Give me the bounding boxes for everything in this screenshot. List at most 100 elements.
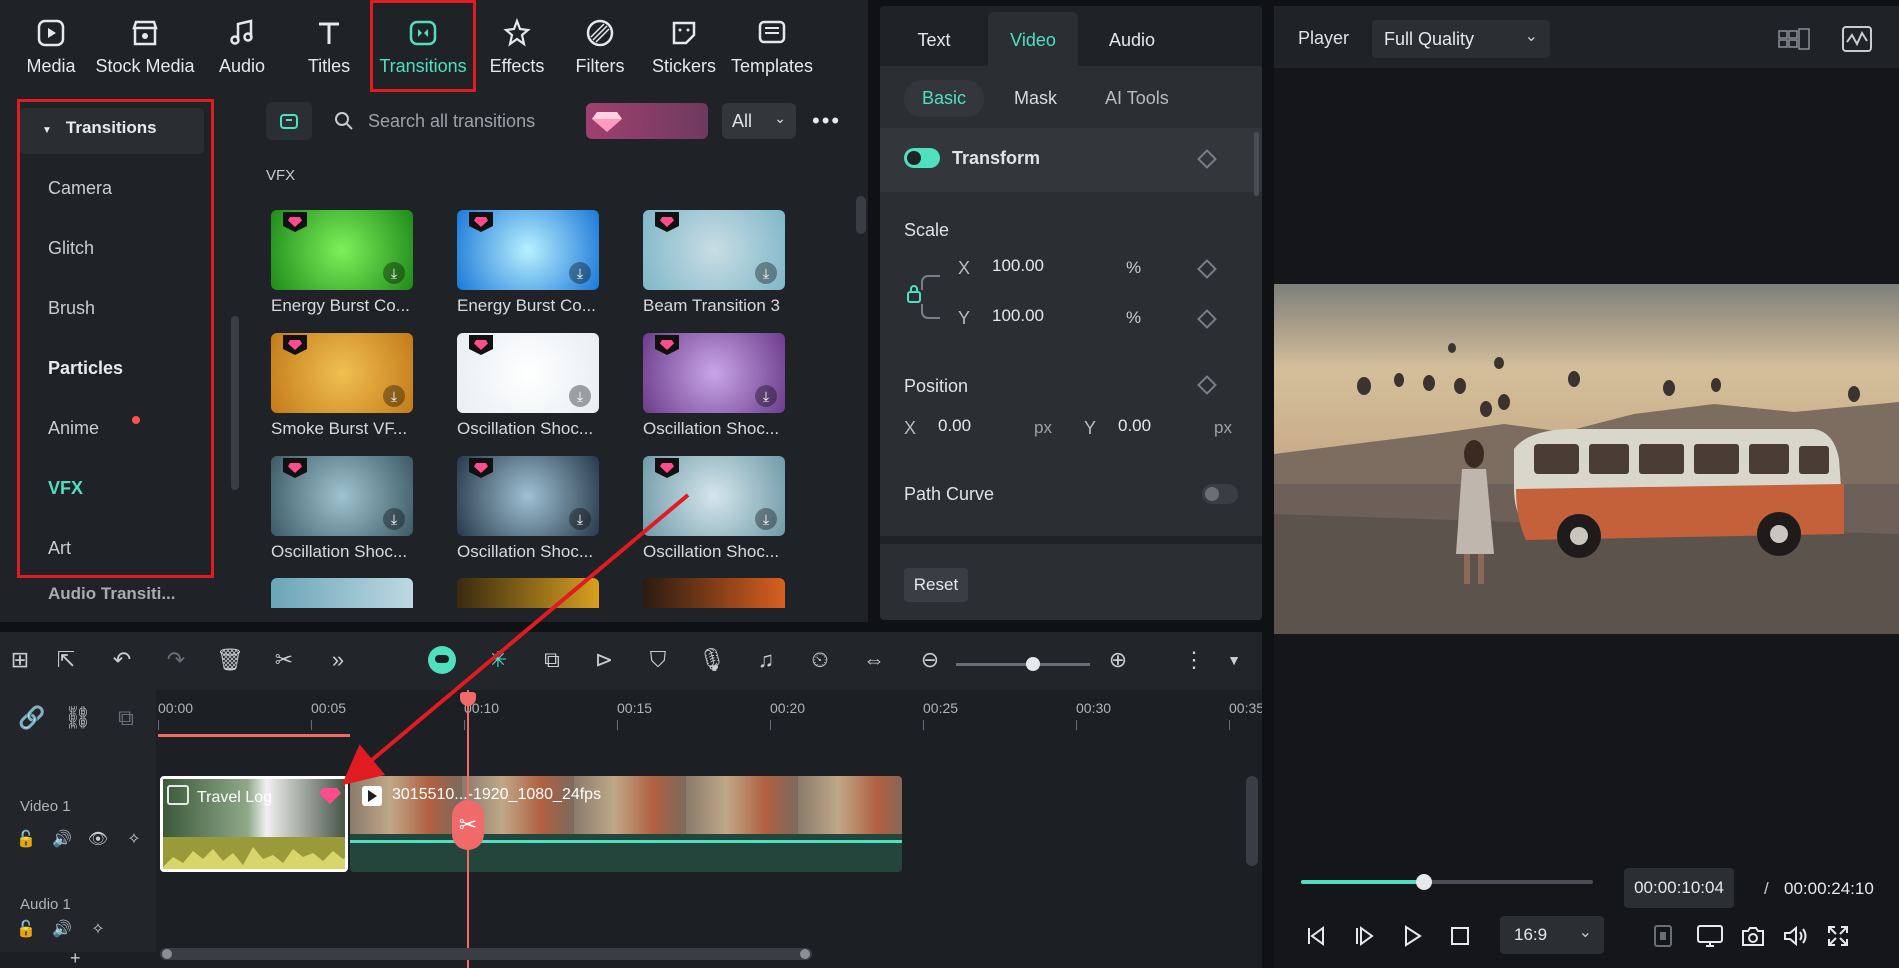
speaker-icon[interactable]: 🔊 — [48, 826, 76, 854]
transition-thumbnail[interactable]: ⤓ Oscillation Shoc... — [271, 456, 413, 562]
transition-thumbnail[interactable]: ⤓ Energy Burst Co... — [457, 210, 599, 316]
download-icon[interactable]: ⤓ — [755, 385, 777, 407]
category-glitch[interactable]: Glitch — [48, 238, 94, 259]
zoom-slider[interactable] — [956, 657, 1090, 671]
category-particles[interactable]: Particles — [48, 358, 123, 379]
category-camera[interactable]: Camera — [48, 178, 112, 199]
transition-thumbnail[interactable]: ⤓ Oscillation Shoc... — [643, 333, 785, 439]
volume-icon[interactable] — [1782, 924, 1808, 948]
magic-sparkle-icon[interactable]: ✳ — [484, 646, 512, 674]
display-settings-icon[interactable] — [1696, 924, 1724, 948]
properties-scrollbar[interactable] — [1254, 132, 1259, 196]
download-icon[interactable]: ⤓ — [569, 262, 591, 284]
add-track-icon[interactable]: + — [70, 948, 81, 968]
tab-video[interactable]: Video — [988, 12, 1078, 66]
category-audio-transitions[interactable]: Audio Transiti... — [48, 584, 176, 604]
path-curve-toggle[interactable] — [1202, 484, 1238, 504]
timeline-vertical-scrollbar[interactable] — [1246, 776, 1258, 866]
subtab-mask[interactable]: Mask — [996, 80, 1075, 117]
audio-mix-icon[interactable]: ♫ — [752, 646, 780, 674]
undo-icon[interactable]: ↶ — [108, 646, 136, 674]
transform-toggle[interactable] — [904, 148, 940, 168]
next-frame-icon[interactable] — [1352, 924, 1376, 948]
tab-audio[interactable]: Audio — [196, 0, 288, 92]
marker-icon[interactable]: ⛉ — [644, 646, 672, 674]
tab-templates[interactable]: Templates — [726, 0, 818, 92]
zoom-out-icon[interactable]: ⊖ — [916, 646, 944, 674]
download-icon[interactable]: ⤓ — [383, 385, 405, 407]
microphone-icon[interactable]: 🎙 — [698, 646, 726, 674]
fit-timeline-icon[interactable]: ⇔ — [860, 646, 888, 674]
timeline-ruler[interactable]: 00:00 00:05 00:10 00:15 00:20 00:25 00:30 00:35 — [158, 690, 1262, 746]
scale-x-input[interactable]: 100.00 — [982, 248, 1148, 284]
grid-scrollbar[interactable] — [856, 196, 866, 234]
thumbnail-partial[interactable] — [271, 578, 413, 608]
tab-stock-media[interactable]: Stock Media — [94, 0, 196, 92]
track-height-icon[interactable]: ⋮ — [1180, 646, 1208, 674]
tab-transitions[interactable]: Transitions — [370, 0, 476, 92]
download-icon[interactable]: ⤓ — [755, 262, 777, 284]
thumbnail-partial[interactable] — [643, 578, 785, 608]
video-clip-main[interactable]: 3015510...-1920_1080_24fps — [350, 776, 902, 872]
select-arrow-icon[interactable]: ⇱ — [52, 646, 80, 674]
layout-grid-icon[interactable] — [1778, 28, 1810, 50]
waveform-monitor-icon[interactable] — [1842, 26, 1872, 52]
category-vfx[interactable]: VFX — [48, 478, 83, 499]
clip-view-icon[interactable] — [1652, 924, 1674, 948]
tab-effects[interactable]: Effects — [476, 0, 558, 92]
transition-thumbnail[interactable]: ⤓ Energy Burst Co... — [271, 210, 413, 316]
caret-down-icon[interactable]: ▼ — [1220, 646, 1248, 674]
previous-frame-icon[interactable] — [1304, 924, 1328, 948]
download-icon[interactable]: ⤓ — [755, 508, 777, 530]
magic-wand-icon[interactable]: ✧ — [84, 916, 112, 944]
stop-icon[interactable] — [1448, 924, 1472, 948]
split-scissors-icon[interactable]: ✂ — [270, 646, 298, 674]
premium-filter-button[interactable] — [586, 103, 708, 139]
redo-icon[interactable]: ↷ — [162, 646, 190, 674]
filter-dropdown[interactable]: All ⌄ — [722, 103, 796, 139]
auto-reframe-icon[interactable]: ⊳ — [590, 646, 618, 674]
subtab-basic[interactable]: Basic — [904, 80, 985, 117]
download-icon[interactable]: ⤓ — [569, 385, 591, 407]
delete-icon[interactable]: 🗑 — [216, 646, 244, 674]
lock-icon[interactable]: 🔓 — [12, 826, 40, 854]
category-brush[interactable]: Brush — [48, 298, 95, 319]
transition-thumbnail[interactable]: ⤓ Oscillation Shoc... — [643, 456, 785, 562]
scale-y-input[interactable]: 100.00 — [982, 298, 1148, 334]
category-art[interactable]: Art — [48, 538, 71, 559]
zoom-slider-handle[interactable] — [1026, 657, 1040, 671]
current-time[interactable]: 00:00:10:04 — [1624, 868, 1734, 908]
transition-thumbnail[interactable]: ⤓ Smoke Burst VF... — [271, 333, 413, 439]
group-icon[interactable]: ⧉ — [112, 704, 140, 732]
layout-icon[interactable]: ⊞ — [6, 646, 34, 674]
zoom-in-icon[interactable]: ⊕ — [1104, 646, 1132, 674]
tab-text[interactable]: Text — [880, 12, 988, 66]
download-icon[interactable]: ⤓ — [383, 262, 405, 284]
speaker-icon[interactable]: 🔊 — [48, 916, 76, 944]
search-input[interactable]: Search all transitions — [368, 111, 535, 132]
category-scrollbar[interactable] — [231, 316, 239, 490]
transition-thumbnail[interactable]: ⤓ Oscillation Shoc... — [457, 333, 599, 439]
lock-icon[interactable] — [904, 266, 940, 328]
tab-filters[interactable]: Filters — [558, 0, 642, 92]
playback-scrubber-handle[interactable] — [1415, 874, 1432, 890]
tab-audio-props[interactable]: Audio — [1078, 12, 1186, 66]
more-options-icon[interactable]: ••• — [812, 108, 841, 134]
category-anime[interactable]: Anime — [48, 418, 99, 439]
fullscreen-icon[interactable] — [1826, 924, 1850, 948]
tab-media[interactable]: Media — [8, 0, 94, 92]
video-clip-travel-log[interactable]: Travel Log — [160, 776, 348, 872]
reset-button[interactable]: Reset — [904, 568, 968, 602]
download-icon[interactable]: ⤓ — [383, 508, 405, 530]
speed-ramp-icon[interactable]: ⏲ — [806, 646, 834, 674]
playback-progress-track[interactable] — [1301, 874, 1593, 890]
link-icon[interactable]: 🔗 — [18, 704, 46, 732]
aspect-ratio-dropdown[interactable]: 16:9 ⌄ — [1500, 916, 1604, 954]
eye-icon[interactable]: 👁 — [84, 826, 112, 854]
subtab-ai-tools[interactable]: AI Tools — [1087, 80, 1187, 117]
lock-icon[interactable]: 🔓 — [12, 916, 40, 944]
transition-thumbnail[interactable]: ⤓ Oscillation Shoc... — [457, 456, 599, 562]
transition-thumbnail[interactable]: ⤓ Beam Transition 3 — [643, 210, 785, 316]
timeline-horizontal-scrollbar[interactable] — [160, 948, 812, 960]
play-icon[interactable] — [1400, 924, 1424, 948]
